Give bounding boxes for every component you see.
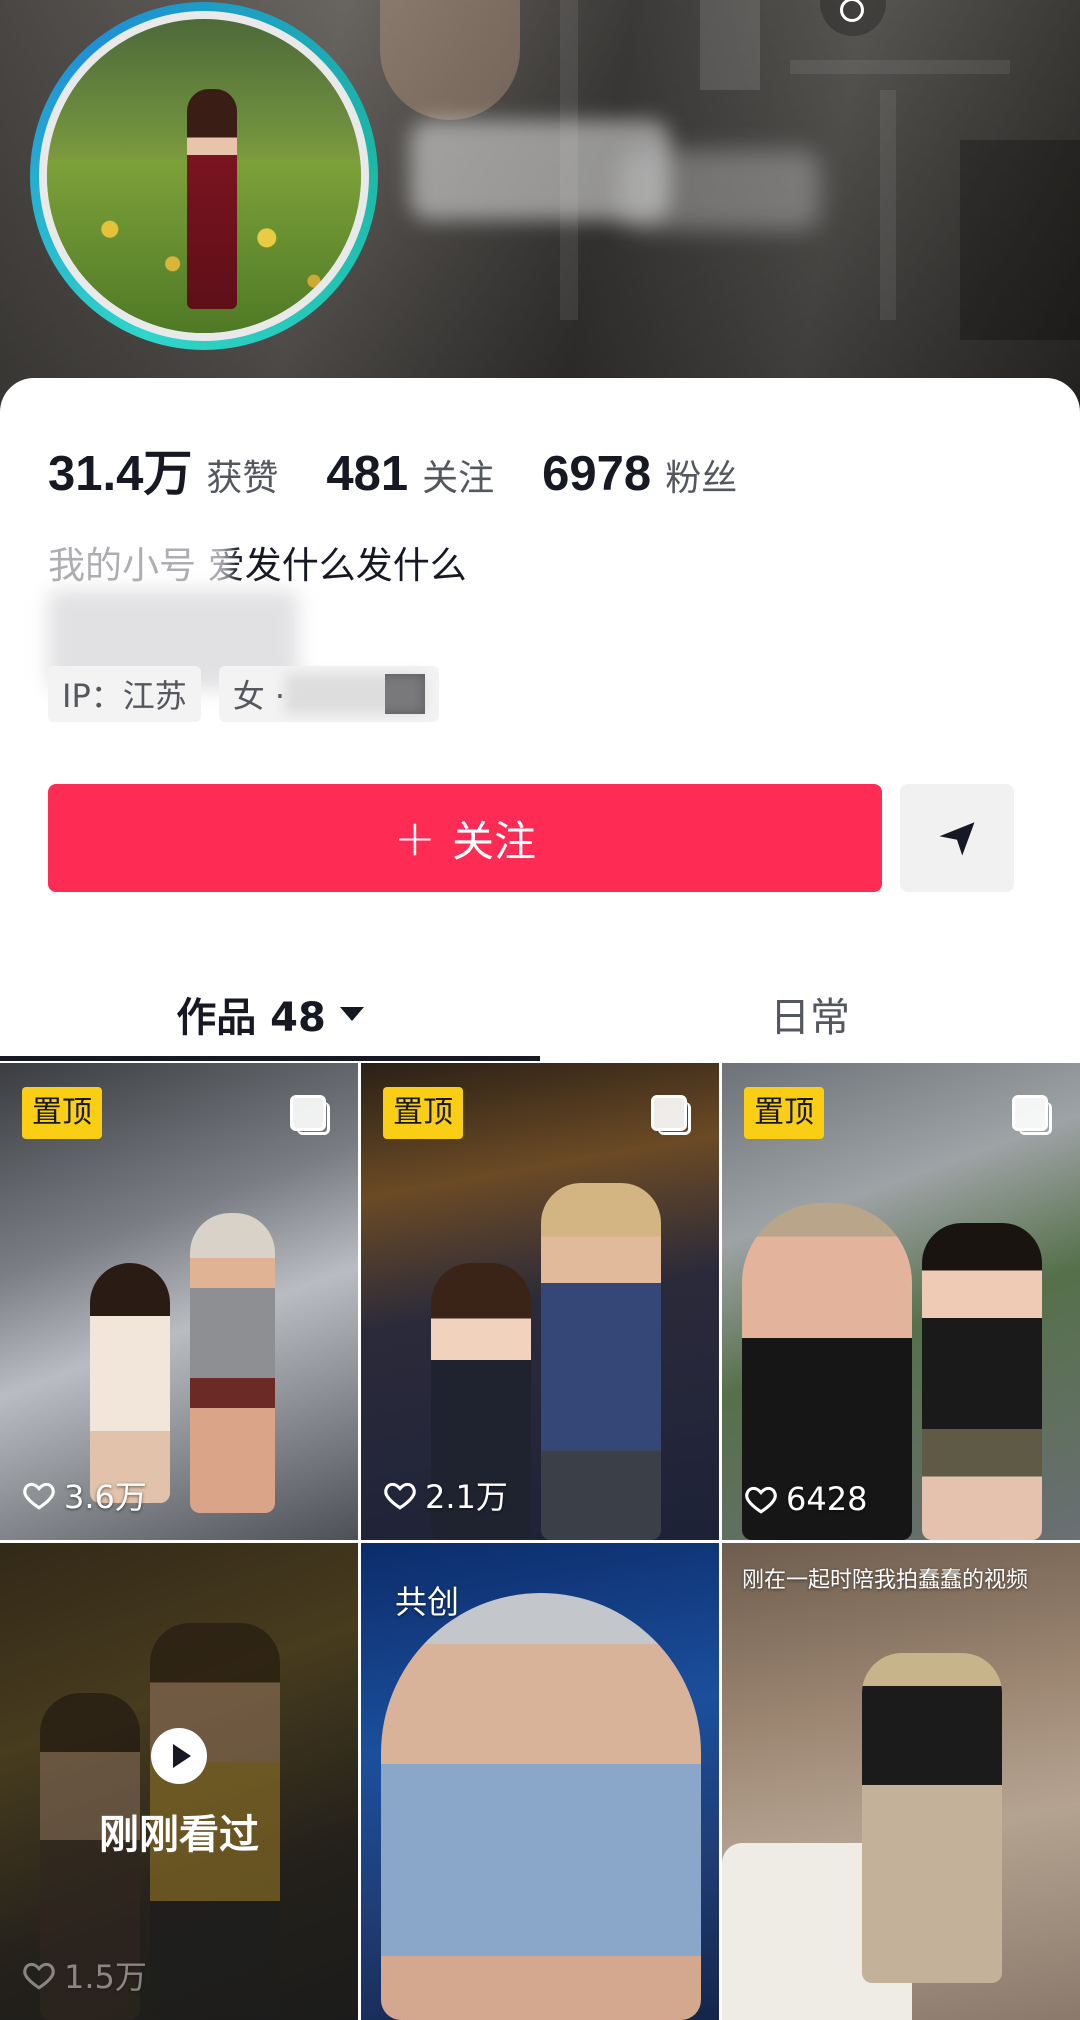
video-grid: 置顶 3.6万 置顶 2.1万 置顶 6428 刚刚看过 1.5万 共创 刚在一… — [0, 1063, 1080, 2020]
stat-label: 关注 — [422, 458, 495, 499]
like-count: 6428 — [744, 1480, 867, 1518]
search-icon[interactable] — [820, 0, 886, 36]
user-id-obscured — [620, 150, 820, 230]
thumbnail-figure — [862, 1653, 1002, 1983]
heart-icon — [745, 1486, 777, 1514]
ip-location-tag: IP：江苏 — [48, 666, 201, 722]
recently-watched-label: 刚刚看过 — [99, 1812, 259, 1858]
active-tab-indicator — [0, 1056, 540, 1061]
profile-cover — [0, 0, 1080, 420]
stat-following[interactable]: 481 关注 — [326, 446, 494, 502]
cover-decoration — [380, 0, 520, 120]
recently-watched-indicator: 刚刚看过 — [0, 1728, 358, 1860]
caret-down-icon[interactable] — [339, 1007, 364, 1021]
stat-label: 获赞 — [206, 458, 279, 499]
gender-age-text: 女 · — [232, 677, 286, 715]
heart-icon — [23, 1962, 55, 1990]
bio-obscured — [40, 536, 230, 596]
follow-label: 关注 — [451, 816, 536, 866]
like-count-value: 3.6万 — [64, 1478, 147, 1516]
cover-decoration — [700, 0, 760, 90]
like-count: 3.6万 — [22, 1472, 147, 1518]
tab-works-label: 作品 48 — [176, 995, 326, 1041]
tab-works[interactable]: 作品 48 — [0, 970, 540, 1058]
video-caption: 刚在一起时陪我拍蠢蠢的视频 — [742, 1568, 1029, 1593]
pinned-badge: 置顶 — [744, 1087, 824, 1139]
multi-image-icon — [1012, 1095, 1052, 1135]
video-thumbnail[interactable]: 置顶 3.6万 — [0, 1063, 358, 1540]
profile-tabs: 作品 48 日常 — [0, 970, 1080, 1058]
cover-decoration — [790, 60, 1010, 74]
collab-badge: 共创 — [395, 1583, 460, 1621]
tab-daily[interactable]: 日常 — [540, 970, 1080, 1058]
like-count-value: 6428 — [786, 1480, 868, 1518]
heart-icon — [384, 1482, 416, 1510]
stat-value: 31.4万 — [48, 447, 193, 501]
share-button[interactable] — [900, 784, 1014, 892]
pinned-badge: 置顶 — [383, 1087, 463, 1139]
age-obscured — [285, 674, 426, 714]
pinned-badge: 置顶 — [22, 1087, 102, 1139]
thumbnail-figure — [381, 1593, 701, 2020]
like-count: 1.5万 — [22, 1952, 147, 1998]
thumbnail-figure — [541, 1183, 661, 1540]
multi-image-icon — [651, 1095, 691, 1135]
thumbnail-figure — [922, 1223, 1042, 1540]
profile-stats: 31.4万 获赞 481 关注 6978 粉丝 — [48, 434, 785, 505]
stat-likes[interactable]: 31.4万 获赞 — [48, 434, 278, 505]
multi-image-icon — [290, 1095, 330, 1135]
stat-value: 481 — [326, 447, 409, 501]
thumbnail-figure — [190, 1213, 275, 1513]
profile-tags: IP：江苏 女 · — [48, 666, 457, 722]
video-thumbnail[interactable]: 刚刚看过 1.5万 — [0, 1543, 358, 2020]
gender-age-tag: 女 · — [218, 666, 440, 722]
avatar-figure — [187, 89, 237, 309]
follow-button[interactable]: + 关注 — [48, 784, 882, 892]
cover-decoration — [880, 90, 896, 320]
plus-icon: + — [394, 809, 436, 867]
stat-value: 6978 — [542, 447, 652, 501]
tab-daily-label: 日常 — [770, 995, 850, 1041]
video-thumbnail[interactable]: 共创 — [361, 1543, 719, 2020]
heart-icon — [23, 1482, 55, 1510]
like-count: 2.1万 — [383, 1472, 508, 1518]
play-icon — [151, 1728, 207, 1784]
like-count-value: 2.1万 — [425, 1478, 508, 1516]
avatar[interactable] — [30, 2, 378, 350]
like-count-value: 1.5万 — [64, 1958, 147, 1996]
thumbnail-figure — [90, 1263, 170, 1503]
video-thumbnail[interactable]: 置顶 6428 — [722, 1063, 1080, 1540]
cover-decoration — [960, 140, 1080, 340]
avatar-image — [39, 11, 369, 341]
video-thumbnail[interactable]: 刚在一起时陪我拍蠢蠢的视频 — [722, 1543, 1080, 2020]
send-icon — [939, 822, 975, 856]
profile-card: 31.4万 获赞 481 关注 6978 粉丝 我的小号 爱发什么发什么 IP：… — [0, 378, 1080, 1058]
stat-followers[interactable]: 6978 粉丝 — [542, 446, 737, 502]
video-thumbnail[interactable]: 置顶 2.1万 — [361, 1063, 719, 1540]
stat-label: 粉丝 — [665, 458, 738, 499]
